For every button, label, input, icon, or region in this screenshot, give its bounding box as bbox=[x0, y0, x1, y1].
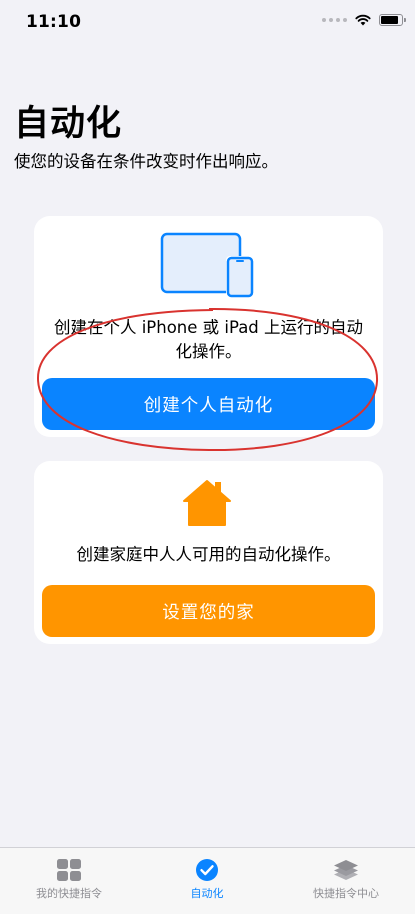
status-icons bbox=[322, 14, 406, 26]
create-personal-automation-button[interactable]: 创建个人自动化 bbox=[42, 378, 375, 430]
tab-bar: 我的快捷指令 自动化 快捷指令中心 bbox=[0, 847, 415, 914]
tab-gallery[interactable]: 快捷指令中心 bbox=[277, 848, 415, 914]
battery-icon bbox=[379, 14, 406, 26]
status-time: 11:10 bbox=[26, 12, 82, 32]
tab-label: 快捷指令中心 bbox=[313, 887, 379, 900]
personal-automation-card: 创建在个人 iPhone 或 iPad 上运行的自动 化操作。 创建个人自动化 bbox=[34, 216, 383, 437]
tab-automation[interactable]: 自动化 bbox=[138, 848, 276, 914]
personal-automation-description: 创建在个人 iPhone 或 iPad 上运行的自动 化操作。 bbox=[53, 318, 364, 361]
stack-icon bbox=[334, 860, 358, 880]
cellular-signal-icon bbox=[322, 18, 347, 22]
status-bar: 11:10 bbox=[0, 0, 415, 44]
home-automation-card: 创建家庭中人人可用的自动化操作。 设置您的家 bbox=[34, 461, 383, 644]
grid-icon bbox=[57, 859, 81, 881]
set-up-home-button[interactable]: 设置您的家 bbox=[42, 585, 375, 637]
home-automation-description: 创建家庭中人人可用的自动化操作。 bbox=[76, 545, 341, 564]
tab-my-shortcuts[interactable]: 我的快捷指令 bbox=[0, 848, 138, 914]
house-icon bbox=[183, 480, 231, 526]
tab-label: 自动化 bbox=[190, 887, 224, 900]
automation-check-icon bbox=[196, 859, 218, 881]
iphone-ipad-icon bbox=[160, 232, 254, 298]
page-subtitle: 使您的设备在条件改变时作出响应。 bbox=[14, 152, 278, 171]
wifi-icon bbox=[355, 14, 371, 26]
tab-label: 我的快捷指令 bbox=[36, 887, 102, 900]
page-title: 自动化 bbox=[14, 104, 123, 144]
